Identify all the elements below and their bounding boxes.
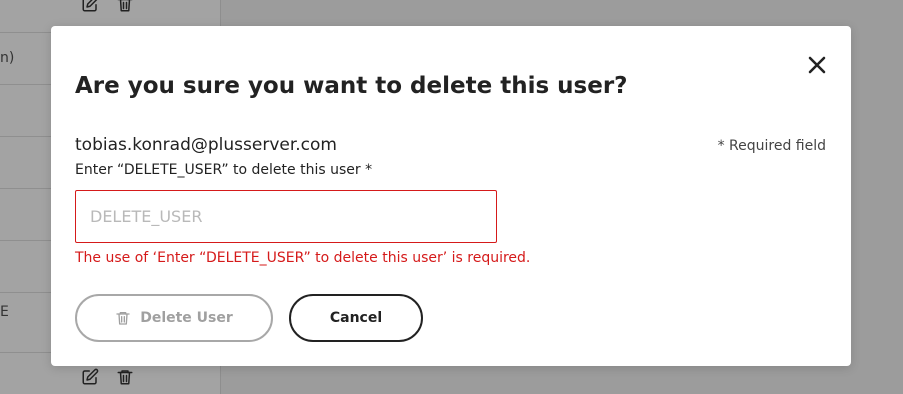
background-row-text: n) <box>0 50 15 66</box>
close-icon[interactable] <box>805 53 829 77</box>
cancel-button[interactable]: Cancel <box>289 294 423 342</box>
dialog-title: Are you sure you want to delete this use… <box>75 73 628 99</box>
required-field-note: * Required field <box>717 138 826 154</box>
trash-icon[interactable] <box>116 0 134 13</box>
edit-icon[interactable] <box>81 0 99 13</box>
trash-icon[interactable] <box>116 368 134 386</box>
confirm-delete-input[interactable] <box>75 190 497 243</box>
user-email: tobias.konrad@plusserver.com <box>75 135 337 155</box>
error-message: The use of ‘Enter “DELETE_USER” to delet… <box>75 250 531 266</box>
delete-user-label: Delete User <box>140 310 233 326</box>
trash-icon <box>115 310 131 326</box>
delete-user-dialog: Are you sure you want to delete this use… <box>51 26 851 366</box>
delete-user-button[interactable]: Delete User <box>75 294 273 342</box>
background-row-text: E <box>0 304 9 320</box>
cancel-label: Cancel <box>329 310 383 326</box>
edit-icon[interactable] <box>81 368 99 386</box>
confirm-field-label: Enter “DELETE_USER” to delete this user … <box>75 162 373 178</box>
